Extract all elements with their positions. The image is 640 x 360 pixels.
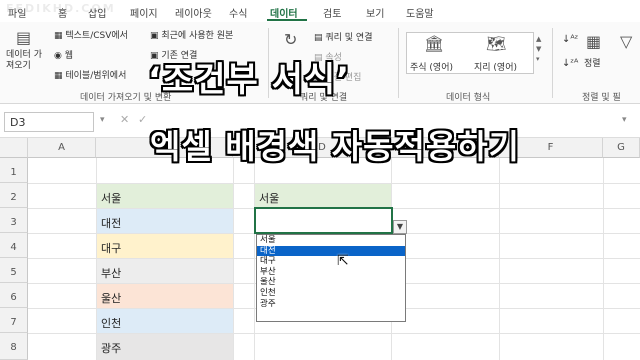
cell-b7[interactable]: 인천: [97, 309, 233, 333]
row-header-6[interactable]: 6: [0, 283, 28, 308]
sort-icon[interactable]: ▦: [586, 32, 601, 51]
group-types-label: 데이터 형식: [446, 93, 491, 103]
gridline: [603, 158, 604, 360]
from-table-label: 테이블/범위에서: [65, 71, 127, 81]
list-item-selected[interactable]: 대전: [257, 245, 405, 257]
cell-b3[interactable]: 대전: [97, 209, 233, 233]
row-header-2[interactable]: 2: [0, 183, 28, 208]
get-data-button[interactable]: 데이터 가 져오기: [6, 50, 42, 72]
tab-review[interactable]: 검토: [323, 5, 341, 20]
refresh-icon[interactable]: ↻: [284, 30, 297, 49]
tab-formulas[interactable]: 수식: [229, 5, 247, 20]
cell-d2[interactable]: 서울: [255, 184, 391, 208]
list-item[interactable]: 인천: [257, 288, 405, 299]
tab-data[interactable]: 데이터: [270, 5, 298, 20]
from-text-label: 텍스트/CSV에서: [65, 31, 128, 41]
database-icon: ▤: [16, 28, 32, 47]
sort-button[interactable]: 정렬: [584, 56, 601, 69]
list-item[interactable]: 서울: [257, 235, 405, 246]
sort-za-icon[interactable]: ↓ᶻᴬ: [562, 58, 578, 69]
from-table-button[interactable]: ▦ 테이블/범위에서: [54, 68, 126, 81]
row-header-4[interactable]: 4: [0, 233, 28, 258]
bank-icon: 🏛: [424, 34, 445, 53]
column-header-g[interactable]: G: [603, 138, 640, 158]
overlay-title: ‘조건부 서식’: [148, 60, 351, 100]
gridline: [499, 158, 500, 360]
list-item[interactable]: 부산: [257, 267, 405, 278]
ribbon-tabs: 파일 홈 삽입 페이지 레이아웃 수식 데이터 검토 보기 도움말 EEDIKH…: [0, 0, 640, 22]
recent-sources-label: 최근에 사용한 원본: [161, 31, 234, 41]
active-cell-d3[interactable]: [254, 207, 393, 234]
select-all-corner[interactable]: [0, 138, 28, 158]
overlay-subtitle: 엑셀 배경색 자동적용하기: [150, 127, 520, 166]
recent-sources-button[interactable]: ▣ 최근에 사용한 원본: [150, 28, 233, 41]
from-web-label: 웹: [64, 51, 73, 61]
cell-b2[interactable]: 서울: [97, 184, 233, 208]
gallery-scroll-arrows[interactable]: ▲ ▼ ▾: [536, 34, 544, 74]
expand-formula-icon[interactable]: ▾: [622, 115, 627, 125]
row-header-7[interactable]: 7: [0, 308, 28, 333]
from-text-button[interactable]: ▦ 텍스트/CSV에서: [54, 28, 128, 41]
mouse-cursor-icon: ⇱: [337, 253, 349, 269]
validation-list: 서울 대전 대구 부산 울산 인천 광주: [256, 234, 406, 322]
row-header-3[interactable]: 3: [0, 208, 28, 233]
from-web-button[interactable]: ◉ 웹: [54, 48, 73, 61]
active-tab-indicator: [267, 19, 307, 21]
name-box-dropdown-icon[interactable]: ▾: [100, 115, 105, 125]
tab-view[interactable]: 보기: [366, 5, 384, 20]
row-header-5[interactable]: 5: [0, 258, 28, 283]
name-box[interactable]: D3: [4, 112, 94, 132]
cell-b4[interactable]: 대구: [97, 234, 233, 258]
map-icon: 🗺: [486, 34, 507, 53]
tab-page[interactable]: 페이지: [130, 5, 158, 20]
row-header-8[interactable]: 8: [0, 333, 28, 360]
list-item[interactable]: 울산: [257, 277, 405, 288]
watermark: EEDIKHD.COM: [6, 2, 116, 15]
enter-icon[interactable]: ✓: [138, 113, 147, 126]
column-header-a[interactable]: A: [28, 138, 96, 158]
group-separator: [552, 28, 553, 98]
stocks-button[interactable]: 주식 (영어): [410, 60, 453, 73]
filter-icon[interactable]: ▽: [620, 32, 632, 51]
tab-layout[interactable]: 레이아웃: [175, 5, 212, 20]
cell-b6[interactable]: 울산: [97, 284, 233, 308]
list-item[interactable]: 광주: [257, 299, 405, 310]
cancel-icon[interactable]: ✕: [120, 113, 129, 126]
gridline: [233, 158, 234, 360]
group-separator: [398, 28, 399, 98]
validation-dropdown-button[interactable]: ▼: [393, 220, 407, 234]
list-item[interactable]: 대구: [257, 256, 405, 267]
geography-button[interactable]: 지리 (영어): [474, 60, 517, 73]
cell-b5[interactable]: 부산: [97, 259, 233, 283]
sort-az-icon[interactable]: ↓ᴬᶻ: [562, 34, 578, 45]
group-sort-label: 정렬 및 필: [582, 93, 621, 103]
tab-help[interactable]: 도움말: [406, 5, 434, 20]
queries-button[interactable]: ▤ 쿼리 및 연결: [314, 30, 373, 43]
row-header-1[interactable]: 1: [0, 158, 28, 183]
queries-label: 쿼리 및 연결: [325, 33, 373, 43]
cell-b8[interactable]: 광주: [97, 334, 233, 360]
